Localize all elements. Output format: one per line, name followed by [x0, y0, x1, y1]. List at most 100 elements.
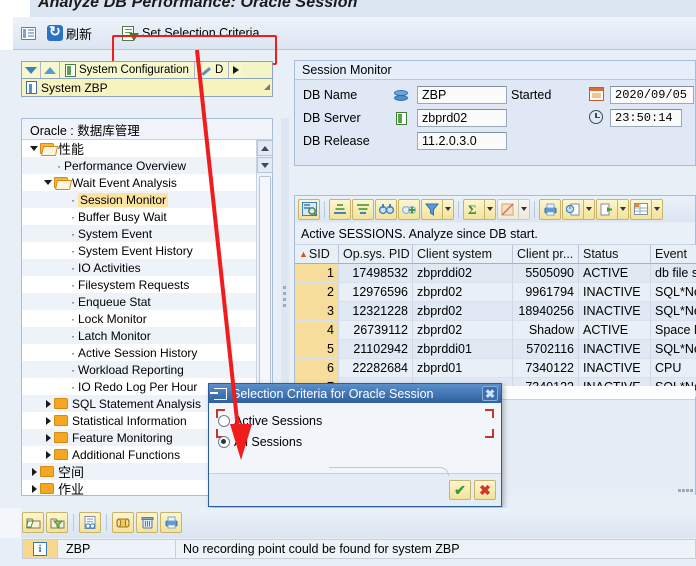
folder-icon [40, 466, 54, 477]
tree-node-label: Wait Event Analysis [72, 175, 177, 190]
total-sum-icon-button[interactable]: Σ [463, 198, 485, 220]
column-header[interactable]: Op.sys. PID [339, 245, 413, 264]
table-row[interactable]: 6 22282684 zbprd01 7340122 INACTIVE CPU [295, 359, 696, 378]
tree-node[interactable]: · Buffer Busy Wait [22, 208, 272, 225]
tree-node[interactable]: · Enqueue Stat [22, 293, 272, 310]
tree-node[interactable]: · Filesystem Requests [22, 276, 272, 293]
session-table[interactable]: ▲ SID Op.sys. PID Client system Client pr...… [295, 245, 696, 397]
radio-all-sessions[interactable]: All Sessions [218, 435, 302, 449]
tree-node-label: Filesystem Requests [78, 277, 190, 292]
column-header[interactable]: Event [651, 245, 696, 264]
table-cell-status: INACTIVE [579, 302, 651, 321]
radio-active-sessions[interactable]: Active Sessions [218, 414, 322, 428]
tree-node[interactable]: · Latch Monitor [22, 327, 272, 344]
tree-node[interactable]: · Workload Reporting [22, 361, 272, 378]
dialog-ok-button[interactable]: ✔ [449, 480, 471, 500]
tree-node[interactable]: · System Event [22, 225, 272, 242]
chevron-down-icon[interactable] [28, 146, 40, 151]
total-sum-dropdown-button[interactable] [485, 198, 496, 220]
delete-icon-button[interactable] [136, 512, 158, 533]
tree-node[interactable]: · Lock Monitor [22, 310, 272, 327]
export-dropdown-button[interactable] [618, 198, 629, 220]
tree-scroll-thumb[interactable] [259, 176, 271, 416]
refresh-label: 刷新 [66, 26, 93, 42]
column-header[interactable]: Client pr... [513, 245, 579, 264]
layout-button[interactable] [17, 21, 40, 45]
tree-node[interactable]: · IO Activities [22, 259, 272, 276]
refresh-button[interactable]: 刷新 [43, 21, 96, 45]
table-row[interactable]: 117498532zbprddi025505090ACTIVEdb file s… [295, 264, 696, 283]
db-name-field[interactable]: ZBP [417, 86, 507, 104]
application-toolbar: 刷新 Set Selection Criteria... [0, 17, 696, 65]
layout-table-icon-button[interactable] [630, 198, 652, 220]
column-header[interactable]: Status [579, 245, 651, 264]
print-preview-dropdown-button[interactable] [584, 198, 595, 220]
layout-table-dropdown-button[interactable] [652, 198, 663, 220]
export-icon-button[interactable] [596, 198, 618, 220]
table-row[interactable]: 521102942zbprddi015702116INACTIVESQL*Ne [295, 340, 696, 359]
table-row[interactable]: 212976596zbprd029961794INACTIVESQL*Ne [295, 283, 696, 302]
radio-active-sessions-indicator[interactable] [218, 415, 230, 427]
tree-node[interactable]: · Session Monitor [22, 191, 272, 208]
table-cell-event: SQL*Ne [651, 340, 696, 359]
table-cell-status: INACTIVE [579, 283, 651, 302]
filter-folder-icon-button[interactable] [46, 512, 68, 533]
tree-scroll-up-button[interactable] [257, 140, 273, 156]
close-icon[interactable]: ✖ [482, 386, 498, 401]
print-preview-icon-button[interactable] [562, 198, 584, 220]
tree-tab-strip: System Configuration D [21, 61, 273, 79]
tree-scroll-down-button[interactable] [257, 157, 273, 173]
grid-resize-grip[interactable] [678, 485, 693, 492]
started-date-field[interactable]: 2020/09/05 [610, 86, 694, 104]
print-icon-button[interactable] [539, 198, 561, 220]
table-cell-client-pr: 9961794 [513, 283, 579, 302]
system-row[interactable]: System ZBP [21, 79, 273, 97]
db-server-field[interactable]: zbprd02 [417, 109, 507, 127]
tree-node[interactable]: Wait Event Analysis [22, 174, 272, 191]
find-icon-button[interactable] [375, 198, 397, 220]
chevron-right-icon[interactable] [28, 467, 40, 476]
tree-node[interactable]: 性能 [22, 140, 272, 157]
table-row[interactable]: 312321228zbprd0218940256INACTIVESQL*Ne [295, 302, 696, 321]
filter-dropdown-button[interactable] [443, 198, 454, 220]
system-row-corner-icon [264, 84, 270, 90]
filter-icon-button[interactable] [421, 198, 443, 220]
bullet-icon: · [71, 260, 75, 275]
detail-view-icon-button[interactable] [298, 198, 320, 220]
tree-node[interactable]: · Performance Overview [22, 157, 272, 174]
db-release-field[interactable]: 11.2.0.3.0 [417, 132, 507, 150]
started-time-field[interactable]: 23:50:14 [610, 109, 682, 127]
sort-descending-icon-button[interactable] [352, 198, 374, 220]
history-icon-button[interactable] [112, 512, 134, 533]
chevron-right-icon[interactable] [42, 399, 54, 408]
subtotal-icon-button[interactable] [497, 198, 519, 220]
table-row[interactable]: 426739112zbprd02ShadowACTIVESpace M [295, 321, 696, 340]
print-icon-button-bottom[interactable] [160, 512, 182, 533]
tab-detail[interactable]: D [194, 62, 230, 78]
subtotal-dropdown-button[interactable] [519, 198, 530, 220]
dialog-cancel-button[interactable]: ✖ [474, 480, 496, 500]
table-cell-client-system: zbprd02 [413, 283, 513, 302]
radio-all-sessions-indicator[interactable] [218, 436, 230, 448]
bullet-icon: · [71, 294, 75, 309]
tree-node[interactable]: · Active Session History [22, 344, 272, 361]
expand-all-button[interactable] [41, 62, 60, 78]
collapse-all-button[interactable] [22, 62, 41, 78]
chevron-right-icon[interactable] [42, 433, 54, 442]
chevron-right-icon[interactable] [42, 416, 54, 425]
set-selection-criteria-label: Set Selection Criteria... [142, 26, 270, 40]
tab-system-configuration[interactable]: System Configuration [60, 62, 195, 78]
chevron-right-icon[interactable] [42, 450, 54, 459]
column-header[interactable]: ▲ SID [295, 245, 339, 264]
set-selection-criteria-button[interactable]: Set Selection Criteria... [118, 21, 274, 45]
sort-ascending-icon-button[interactable] [329, 198, 351, 220]
column-header[interactable]: Client system [413, 245, 513, 264]
bullet-icon: · [71, 345, 75, 360]
chevron-right-icon[interactable] [28, 484, 40, 493]
find-document-icon-button[interactable] [79, 512, 101, 533]
tree-node[interactable]: · System Event History [22, 242, 272, 259]
find-next-icon-button[interactable] [398, 198, 420, 220]
open-folder-icon-button[interactable] [22, 512, 44, 533]
chevron-down-icon[interactable] [42, 180, 54, 185]
tab-strip-more-button[interactable] [229, 62, 244, 78]
